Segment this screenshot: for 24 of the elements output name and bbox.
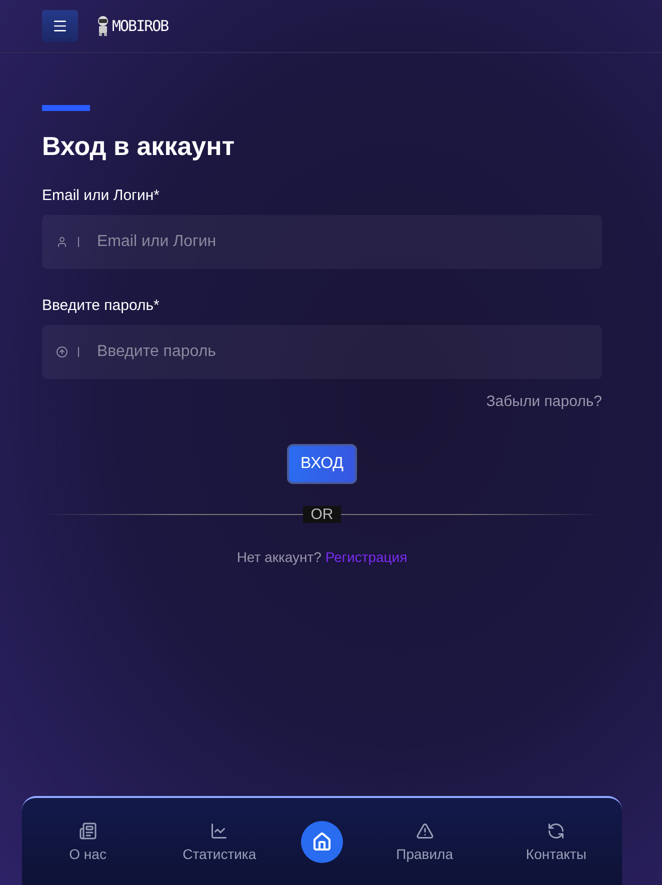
accent-bar bbox=[42, 105, 90, 111]
nav-item[interactable]: О нас bbox=[38, 822, 138, 862]
menu-button[interactable] bbox=[42, 10, 78, 42]
circle-icon bbox=[56, 346, 68, 358]
form-title: Вход в аккаунт bbox=[42, 131, 236, 162]
logo-text: MOBIROB bbox=[112, 17, 168, 35]
or-divider-label: OR bbox=[302, 506, 342, 523]
nav-item[interactable]: Правила bbox=[374, 822, 475, 862]
user-icon bbox=[56, 236, 68, 248]
robot-icon bbox=[96, 16, 110, 36]
newspaper-icon bbox=[78, 822, 97, 840]
login-button[interactable]: ВХОД bbox=[287, 444, 357, 484]
forgot-password-link[interactable]: Забыли пароль? bbox=[486, 393, 602, 410]
menu-icon bbox=[52, 18, 68, 34]
refresh-icon bbox=[547, 822, 566, 840]
chart-icon bbox=[210, 822, 228, 840]
home-button[interactable] bbox=[300, 820, 343, 862]
field-label: Введите пароль* bbox=[42, 297, 160, 314]
nav-item[interactable]: Статистика bbox=[169, 822, 270, 862]
nav-item[interactable]: Контакты bbox=[506, 822, 606, 862]
field-label: Email или Логин* bbox=[42, 187, 161, 204]
warning-icon bbox=[416, 822, 434, 840]
signup-prompt: Нет аккаунт? bbox=[236, 549, 322, 565]
home-icon bbox=[312, 832, 332, 852]
